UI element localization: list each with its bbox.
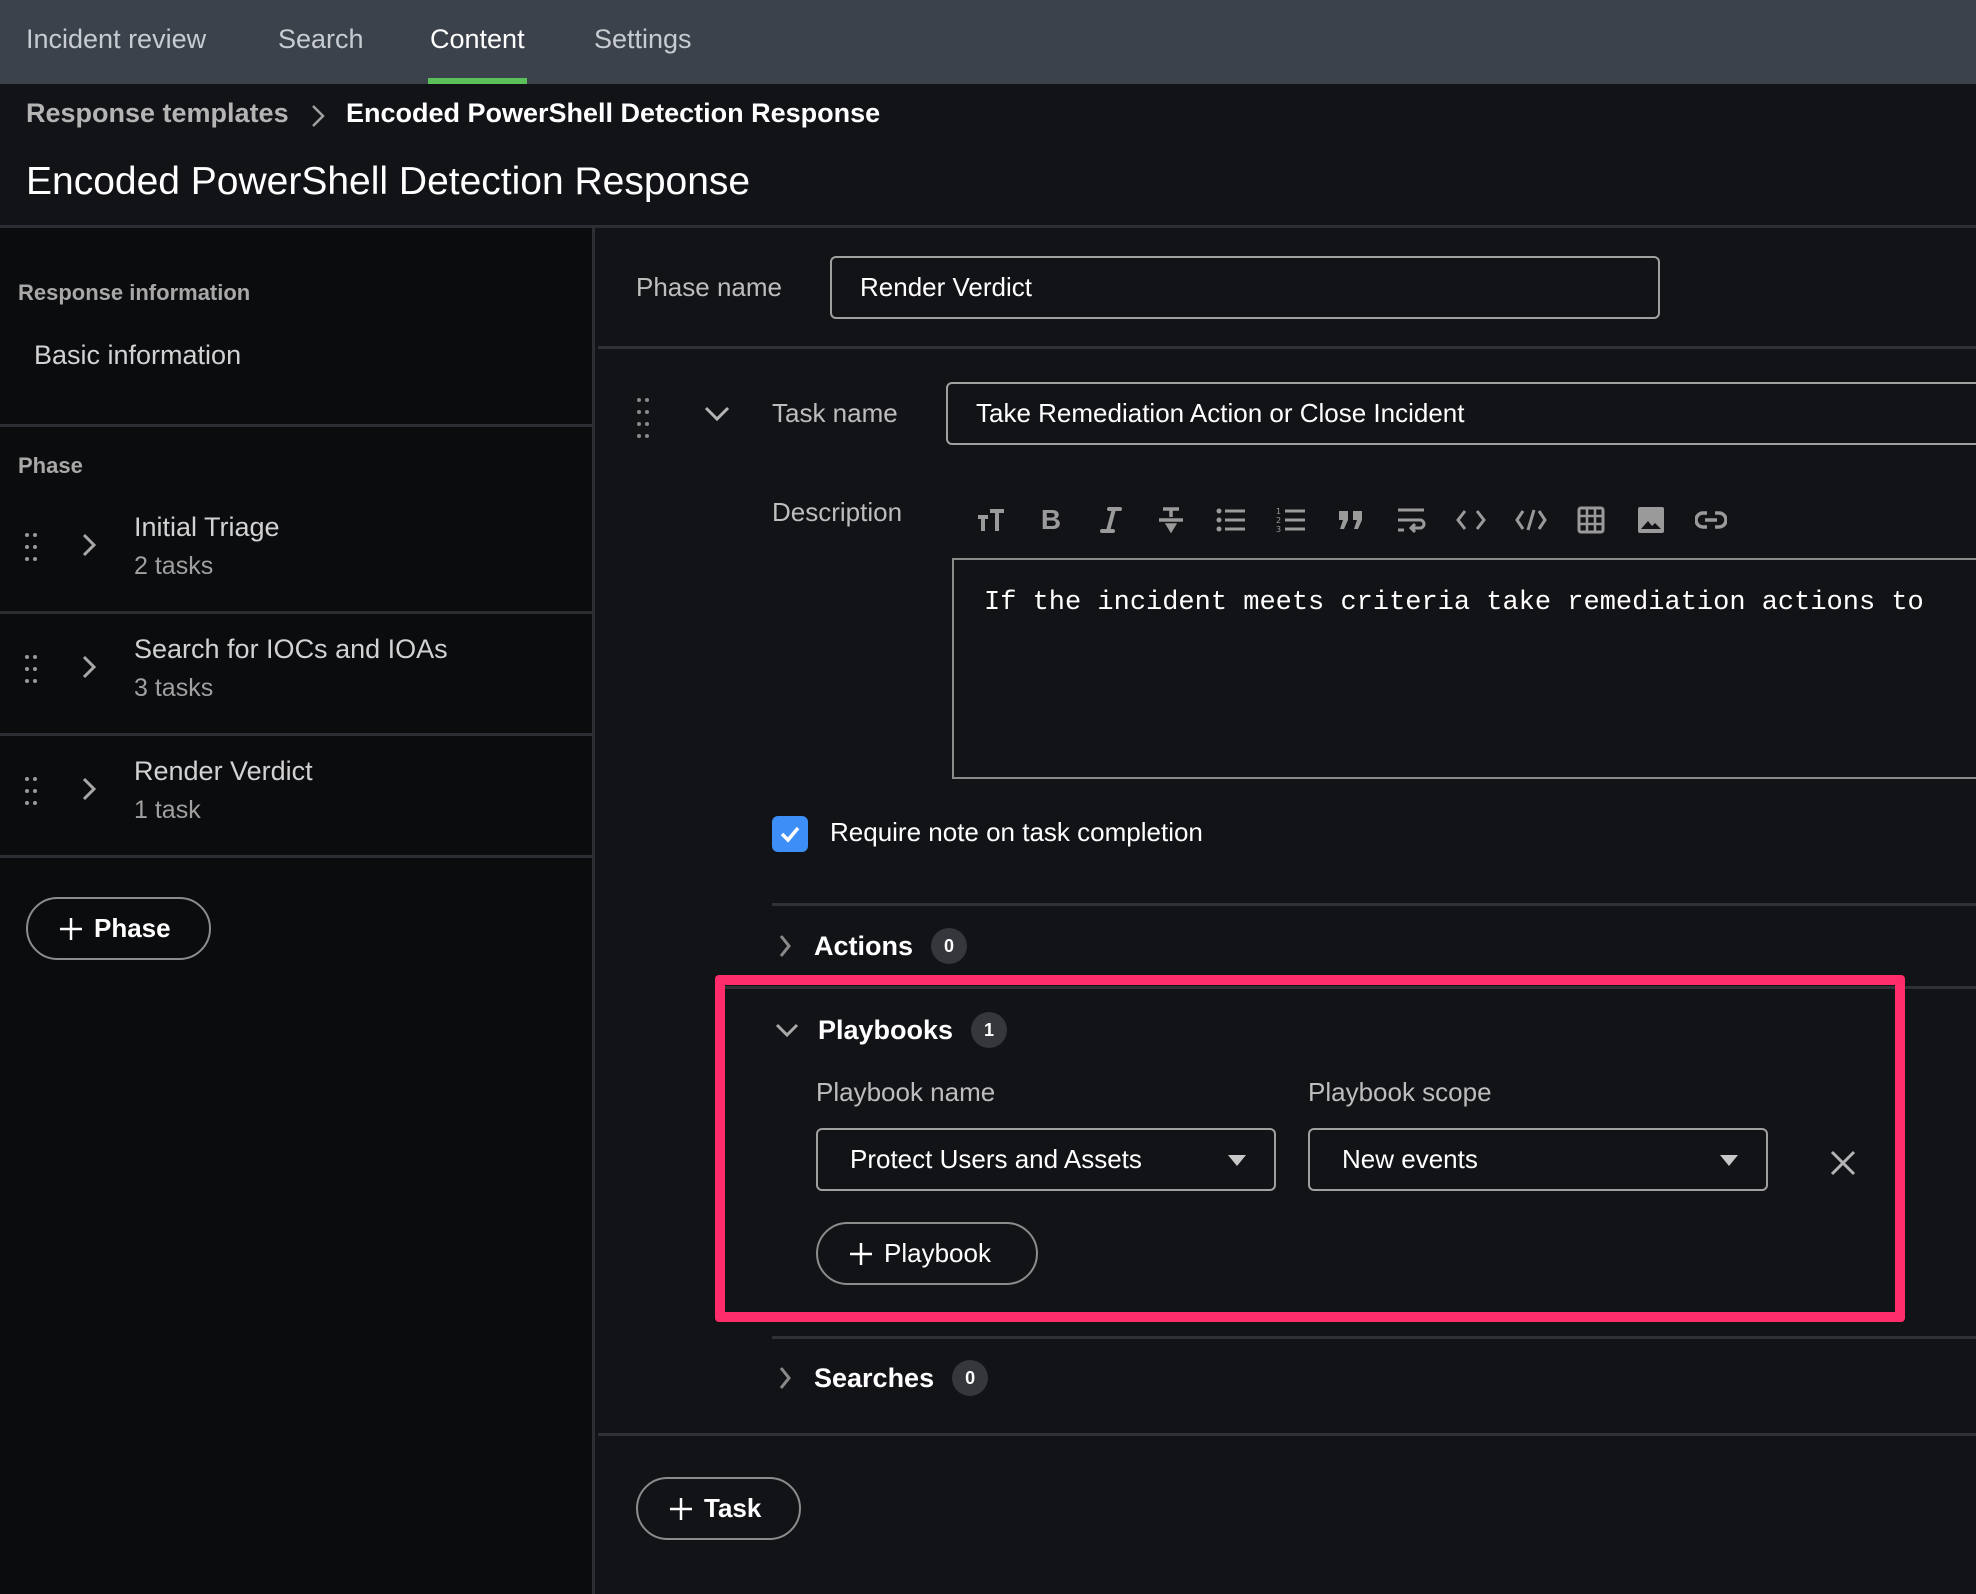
caret-down-icon (1720, 1155, 1738, 1166)
sidebar-item-basic-information[interactable]: Basic information (34, 340, 241, 371)
playbook-scope-label: Playbook scope (1308, 1077, 1492, 1107)
bold-icon[interactable]: B (1034, 503, 1068, 537)
divider (0, 424, 592, 427)
chevron-down-icon (775, 1023, 799, 1038)
table-icon[interactable] (1574, 503, 1608, 537)
chevron-down-icon[interactable] (703, 404, 731, 424)
text-size-icon[interactable] (974, 503, 1008, 537)
chevron-right-icon (779, 935, 791, 957)
divider (772, 1336, 1976, 1339)
playbook-scope-select[interactable]: New events (1308, 1128, 1768, 1191)
tab-search[interactable]: Search (278, 0, 364, 84)
phase-task-count: 1 task (134, 796, 201, 824)
task-name-label: Task name (772, 398, 898, 428)
drag-handle-icon[interactable] (24, 532, 38, 562)
divider (598, 1433, 1976, 1436)
add-task-button[interactable]: Task (636, 1477, 801, 1540)
description-editor[interactable]: If the incident meets criteria take reme… (952, 558, 1976, 779)
playbook-scope-value: New events (1342, 1144, 1478, 1174)
breadcrumb-current: Encoded PowerShell Detection Response (346, 98, 881, 128)
phase-item-search-iocs[interactable]: Search for IOCs and IOAs 3 tasks (0, 614, 592, 733)
svg-text:3: 3 (1276, 525, 1281, 534)
description-label: Description (772, 497, 903, 527)
divider (724, 986, 1976, 989)
actions-section-toggle[interactable]: Actions 0 (778, 928, 968, 964)
plus-icon (60, 917, 82, 940)
divider (0, 855, 592, 858)
require-note-checkbox[interactable] (772, 816, 808, 852)
description-text: If the incident meets criteria take reme… (984, 588, 1924, 618)
link-icon[interactable] (1694, 503, 1728, 537)
tab-settings[interactable]: Settings (594, 0, 692, 84)
quote-icon[interactable] (1334, 503, 1368, 537)
phase-heading: Phase (18, 453, 83, 478)
code-block-icon[interactable] (1514, 503, 1548, 537)
phase-task-count: 2 tasks (134, 552, 214, 580)
checkmark-icon (780, 826, 800, 843)
chevron-right-icon[interactable] (80, 774, 98, 804)
breadcrumb-parent-link[interactable]: Response templates (26, 98, 289, 129)
searches-label: Searches (814, 1362, 935, 1393)
caret-down-icon (1228, 1155, 1246, 1166)
response-information-heading: Response information (18, 280, 251, 305)
task-name-input[interactable]: Take Remediation Action or Close Inciden… (946, 382, 1976, 445)
playbooks-count-badge: 1 (971, 1012, 1008, 1048)
playbooks-section-toggle[interactable]: Playbooks 1 (774, 1012, 1008, 1048)
numbered-list-icon[interactable]: 123 (1274, 503, 1308, 537)
add-phase-label: Phase (94, 913, 171, 943)
remove-playbook-icon[interactable] (1826, 1146, 1860, 1180)
playbook-name-select[interactable]: Protect Users and Assets (816, 1128, 1276, 1191)
phase-name: Initial Triage (134, 512, 280, 542)
phase-name: Render Verdict (134, 756, 313, 786)
require-note-label[interactable]: Require note on task completion (830, 817, 1203, 848)
phase-name-input[interactable]: Render Verdict (830, 256, 1660, 319)
add-playbook-button[interactable]: Playbook (816, 1222, 1038, 1285)
divider (772, 903, 1976, 906)
phase-task-count: 3 tasks (134, 674, 214, 702)
searches-section-toggle[interactable]: Searches 0 (778, 1360, 989, 1396)
chevron-right-icon[interactable] (80, 652, 98, 682)
drag-handle-icon[interactable] (24, 654, 38, 684)
add-playbook-label: Playbook (884, 1238, 991, 1268)
page-title: Encoded PowerShell Detection Response (26, 160, 751, 203)
wrap-text-icon[interactable] (1394, 503, 1428, 537)
add-phase-button[interactable]: Phase (26, 897, 211, 960)
tab-content[interactable]: Content (428, 0, 527, 84)
top-navigation: Incident review Search Content Settings (0, 0, 1976, 84)
tab-incident-review[interactable]: Incident review (26, 0, 206, 84)
svg-text:2: 2 (1276, 516, 1281, 525)
divider (598, 346, 1976, 349)
drag-handle-icon[interactable] (24, 776, 38, 806)
phase-item-initial-triage[interactable]: Initial Triage 2 tasks (0, 492, 592, 611)
code-icon[interactable] (1454, 503, 1488, 537)
strikethrough-icon[interactable] (1154, 503, 1188, 537)
chevron-right-icon[interactable] (80, 530, 98, 560)
actions-count-badge: 0 (931, 928, 968, 964)
chevron-right-icon (312, 105, 325, 127)
plus-icon (670, 1497, 692, 1520)
actions-label: Actions (814, 930, 914, 961)
phase-name-label: Phase name (636, 272, 782, 302)
searches-count-badge: 0 (952, 1360, 989, 1396)
plus-icon (850, 1242, 872, 1265)
bulleted-list-icon[interactable] (1214, 503, 1248, 537)
playbook-name-label: Playbook name (816, 1077, 996, 1107)
phase-name: Search for IOCs and IOAs (134, 634, 448, 664)
chevron-right-icon (779, 1367, 791, 1389)
sidebar: Response information Basic information P… (0, 228, 595, 1594)
italic-icon[interactable] (1094, 503, 1128, 537)
playbook-name-value: Protect Users and Assets (850, 1144, 1142, 1174)
add-task-label: Task (704, 1493, 762, 1523)
drag-handle-icon[interactable] (635, 396, 651, 440)
image-icon[interactable] (1634, 503, 1668, 537)
phase-item-render-verdict[interactable]: Render Verdict 1 task (0, 736, 592, 855)
page-header: Response templates Encoded PowerShell De… (0, 84, 1976, 228)
playbooks-label: Playbooks (818, 1014, 954, 1045)
svg-text:1: 1 (1276, 507, 1281, 516)
